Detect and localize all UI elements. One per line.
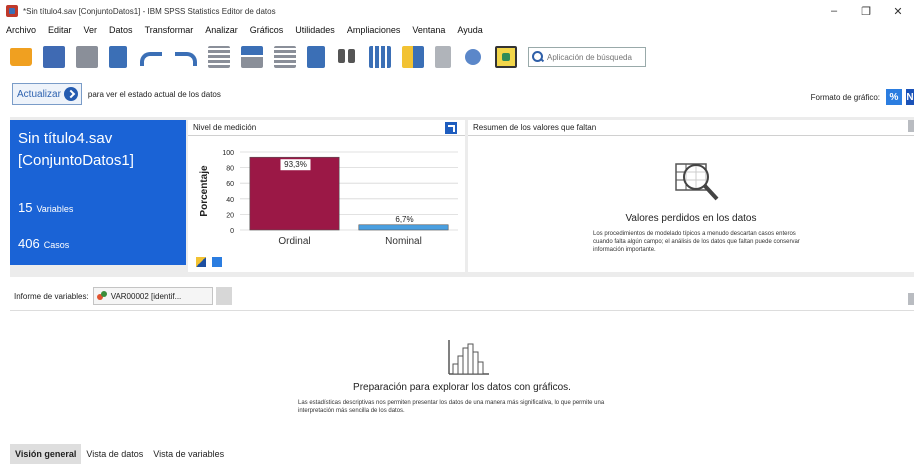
- data-label: 93,3%: [284, 160, 307, 169]
- save-icon[interactable]: [43, 46, 65, 68]
- redo-icon[interactable]: [173, 46, 197, 68]
- y-tick-label: 60: [226, 181, 234, 188]
- variable-selector[interactable]: VAR00002 [identif...: [92, 287, 213, 305]
- refresh-arrow-icon: [63, 87, 78, 101]
- menu-ver[interactable]: Ver: [84, 25, 98, 35]
- percent-format-button[interactable]: %: [886, 89, 902, 105]
- panel-scroll-handle[interactable]: [908, 120, 914, 132]
- print-icon[interactable]: [76, 46, 98, 68]
- refresh-bar: Actualizar para ver el estado actual de …: [12, 83, 221, 105]
- measurement-panel-header: Nivel de medición: [188, 120, 465, 136]
- measurement-panel-title: Nivel de medición: [193, 123, 257, 132]
- missing-panel-header: Resumen de los valores que faltan: [468, 120, 914, 136]
- bar-nominal: [358, 224, 449, 231]
- menu-ampliaciones[interactable]: Ampliaciones: [347, 25, 401, 35]
- refresh-button-label: Actualizar: [17, 88, 61, 100]
- explore-description: Las estadísticas descriptivas nos permit…: [298, 400, 605, 414]
- explore-panel: Preparación para explorar los datos con …: [10, 310, 914, 438]
- expand-icon[interactable]: [445, 122, 457, 134]
- missing-values-description: Los procedimientos de modelado típicos a…: [593, 231, 800, 253]
- menu-transformar[interactable]: Transformar: [145, 25, 194, 35]
- chart-format: Formato de gráfico: % N: [811, 89, 914, 105]
- split-file-icon[interactable]: [369, 46, 391, 68]
- variable-report-label: Informe de variables:: [14, 291, 89, 301]
- menu-ventana[interactable]: Ventana: [412, 25, 445, 35]
- tab-vista-datos[interactable]: Vista de datos: [81, 444, 148, 464]
- menu-graficos[interactable]: Gráficos: [250, 25, 284, 35]
- y-tick-label: 100: [222, 150, 234, 157]
- variable-report-bar: Informe de variables: VAR00002 [identif.…: [10, 285, 914, 307]
- data-label: 6,7%: [395, 215, 413, 224]
- tab-vision-general[interactable]: Visión general: [10, 444, 82, 464]
- variable-sets-icon[interactable]: [495, 46, 517, 68]
- dataset-card: Sin título4.sav [ConjuntoDatos1] 15 Varia…: [10, 120, 186, 265]
- x-tick-label: Nominal: [385, 236, 422, 247]
- menu-datos[interactable]: Datos: [109, 25, 133, 35]
- variable-selector-value: VAR00002 [identif...: [110, 291, 182, 301]
- menu-analizar[interactable]: Analizar: [205, 25, 238, 35]
- tab-vista-variables[interactable]: Vista de variables: [148, 444, 229, 464]
- value-labels-icon[interactable]: [462, 46, 484, 68]
- missing-panel-title: Resumen de los valores que faltan: [473, 123, 597, 132]
- histogram-icon: [448, 340, 489, 375]
- menu-bar: Archivo Editar Ver Datos Transformar Ana…: [0, 22, 914, 38]
- window-controls: – ❐ ✕: [818, 0, 914, 22]
- view-tabs: Visión general Vista de datos Vista de v…: [10, 444, 229, 464]
- dataset-title: Sin título4.sav [ConjuntoDatos1]: [18, 130, 134, 169]
- variables-icon[interactable]: [274, 46, 296, 68]
- select-cases-icon[interactable]: [435, 46, 451, 68]
- measurement-bar-chart: Porcentaje 0 20 40 60 80 100 93,3% Ordinal 6,7% No…: [199, 150, 458, 247]
- cases-label: Casos: [43, 240, 70, 250]
- search-icon: [532, 51, 544, 63]
- refresh-hint: para ver el estado actual de los datos: [87, 89, 221, 99]
- menu-editar[interactable]: Editar: [48, 25, 72, 35]
- chart-edit-icon[interactable]: [196, 257, 206, 267]
- missing-values-title: Valores perdidos en los datos: [625, 213, 757, 224]
- search-input[interactable]: [547, 52, 645, 62]
- close-button[interactable]: ✕: [882, 0, 914, 22]
- run-descriptives-icon[interactable]: [307, 46, 325, 68]
- minimize-button[interactable]: –: [818, 0, 850, 22]
- explore-title: Preparación para explorar los datos con …: [353, 382, 571, 393]
- goto-variable-icon[interactable]: [241, 46, 263, 68]
- cases-stat: 406 Casos: [18, 236, 69, 251]
- recall-dialog-icon[interactable]: [109, 46, 127, 68]
- menu-utilidades[interactable]: Utilidades: [295, 25, 335, 35]
- restore-button[interactable]: ❐: [850, 0, 882, 22]
- undo-icon[interactable]: [138, 46, 162, 68]
- open-icon[interactable]: [10, 48, 32, 66]
- chart-options-icon[interactable]: [212, 257, 222, 267]
- y-tick-label: 0: [230, 228, 234, 235]
- missing-values-panel: Resumen de los valores que faltan Valore…: [468, 120, 914, 272]
- y-tick-label: 20: [226, 212, 234, 219]
- y-tick-label: 40: [226, 197, 234, 204]
- chart-format-label: Formato de gráfico:: [810, 92, 880, 102]
- variables-label: Variables: [36, 204, 74, 214]
- refresh-button[interactable]: Actualizar: [12, 83, 82, 105]
- x-tick-label: Ordinal: [278, 236, 310, 247]
- variables-stat: 15 Variables: [18, 200, 73, 215]
- menu-ayuda[interactable]: Ayuda: [457, 25, 482, 35]
- y-axis-label: Porcentaje: [199, 165, 210, 217]
- spss-app-icon: [6, 5, 18, 17]
- cases-count: 406: [18, 236, 40, 251]
- search-box[interactable]: [528, 47, 646, 67]
- missing-data-magnifier-icon: [675, 163, 719, 201]
- measurement-level-panel: Nivel de medición Porcentaje 0 20 40 60 80 100…: [188, 120, 465, 272]
- toolbar: [0, 38, 914, 76]
- nominal-variable-icon: [96, 291, 107, 301]
- variable-options-button[interactable]: [215, 287, 232, 305]
- find-icon[interactable]: [336, 46, 358, 68]
- variables-count: 15: [18, 200, 33, 215]
- variable-panel-scroll-handle[interactable]: [908, 293, 914, 305]
- count-format-button[interactable]: N: [906, 89, 914, 105]
- title-bar: *Sin título4.sav [ConjuntoDatos1] - IBM …: [0, 0, 914, 22]
- window-title: *Sin título4.sav [ConjuntoDatos1] - IBM …: [23, 6, 276, 16]
- weight-cases-icon[interactable]: [402, 46, 424, 68]
- y-tick-label: 80: [226, 166, 234, 173]
- menu-archivo[interactable]: Archivo: [6, 25, 36, 35]
- goto-case-icon[interactable]: [208, 46, 230, 68]
